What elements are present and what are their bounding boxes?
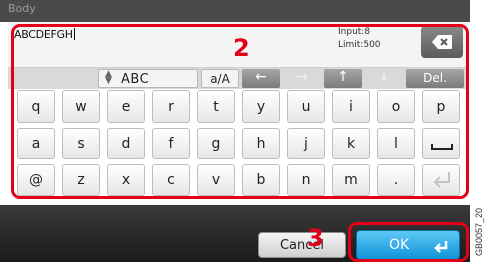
field-label: Body	[8, 2, 36, 15]
figure-code: GB0057_20	[474, 207, 484, 256]
step-callout-2: 2	[233, 34, 250, 62]
cancel-label: Cancel	[279, 238, 325, 253]
cancel-button[interactable]: Cancel	[258, 232, 346, 258]
ok-highlight	[348, 222, 469, 262]
step-callout-3: 3	[307, 224, 324, 252]
top-bar: Body	[0, 0, 470, 22]
